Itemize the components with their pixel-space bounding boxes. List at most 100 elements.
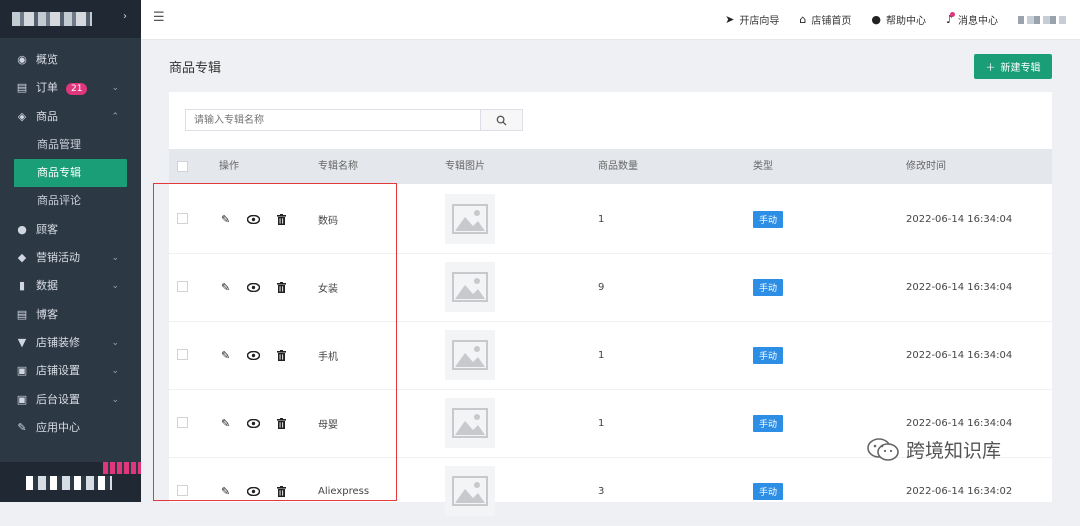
product-count: 1 bbox=[598, 185, 604, 253]
chevron-up-icon: ⌃ bbox=[111, 111, 119, 122]
topbar-label: 消息中心 bbox=[958, 16, 998, 27]
chevron-right-icon[interactable]: › bbox=[123, 11, 127, 22]
topbar-item-home[interactable]: ⌂ 店铺首页 bbox=[799, 12, 851, 27]
chevron-down-icon: ⌄ bbox=[111, 83, 119, 94]
delete-icon[interactable] bbox=[277, 349, 287, 361]
album-image-cell bbox=[445, 389, 495, 457]
image-placeholder-icon[interactable] bbox=[445, 466, 495, 516]
sidebar-item-label: 商品管理 bbox=[37, 137, 81, 151]
sidebar-item[interactable]: ▤ 订单 21 ⌄ bbox=[0, 74, 141, 102]
album-name-text: Aliexpress bbox=[318, 485, 370, 497]
product-count: 9 bbox=[598, 253, 604, 321]
album-name: Aliexpress bbox=[318, 457, 369, 525]
sidebar-item-label: 数据 bbox=[36, 279, 58, 293]
box-icon: ◈ bbox=[17, 109, 27, 123]
chevron-down-icon: ⌄ bbox=[111, 281, 119, 292]
chevron-down-icon: ⌄ bbox=[111, 394, 119, 405]
sidebar: › ◉ 概览 ▤ 订单 21 ⌄ ◈ 商品 ⌃ 商品管理 商品专辑 商品评论 ● 顾客 ◆ 营销活动 ⌄ ▮ 数据 ⌄… bbox=[0, 0, 141, 502]
view-icon[interactable] bbox=[247, 486, 261, 496]
document-icon: ▤ bbox=[16, 307, 28, 321]
sidebar-item[interactable]: ▣ 店铺设置 ⌄ bbox=[0, 357, 141, 385]
sidebar-item[interactable]: ◉ 概览 bbox=[0, 46, 141, 74]
product-count-text: 3 bbox=[598, 485, 605, 497]
tag-icon: ◆ bbox=[17, 251, 27, 265]
new-album-button[interactable]: ＋ 新建专辑 bbox=[974, 54, 1052, 79]
sidebar-item-label: 营销活动 bbox=[36, 251, 80, 265]
brand-logo[interactable]: › bbox=[0, 0, 141, 38]
edit-icon[interactable]: ✎ bbox=[221, 417, 230, 430]
sidebar-item[interactable]: ● 顾客 bbox=[0, 216, 141, 244]
album-name-text: 女装 bbox=[318, 283, 338, 295]
row-checkbox[interactable] bbox=[177, 485, 188, 496]
send-icon: ➤ bbox=[725, 13, 735, 26]
sidebar-subitem[interactable]: 商品管理 bbox=[0, 131, 141, 159]
view-icon[interactable] bbox=[247, 282, 261, 292]
row-checkbox[interactable] bbox=[177, 349, 188, 360]
sidebar-item[interactable]: ▤ 博客 bbox=[0, 301, 141, 329]
sidebar-item[interactable]: ▮ 数据 ⌄ bbox=[0, 272, 141, 300]
product-count-text: 1 bbox=[598, 213, 605, 225]
topbar-label: 开店向导 bbox=[739, 16, 780, 27]
album-image-cell bbox=[445, 253, 495, 321]
edit-icon[interactable]: ✎ bbox=[221, 349, 230, 362]
edit-icon[interactable]: ✎ bbox=[221, 213, 230, 226]
sidebar-item[interactable]: ▼ 店铺装修 ⌄ bbox=[0, 329, 141, 357]
topbar-item-guide[interactable]: ➤ 开店向导 bbox=[725, 12, 779, 27]
row-checkbox[interactable] bbox=[177, 213, 188, 224]
type-tag: 手动 bbox=[753, 414, 784, 432]
album-name-text: 母婴 bbox=[318, 419, 338, 431]
product-count-text: 1 bbox=[598, 417, 605, 429]
modified-time: 2022-06-14 16:34:04 bbox=[906, 253, 1012, 321]
album-image-cell bbox=[445, 457, 495, 525]
row-actions: ✎ bbox=[221, 185, 287, 253]
sidebar-item[interactable]: ✎ 应用中心 bbox=[0, 414, 141, 442]
table-header: 操作 专辑名称 专辑图片 商品数量 类型 修改时间 bbox=[169, 149, 1052, 184]
footer-blurred bbox=[26, 476, 112, 490]
topbar-item-help[interactable]: ● 帮助中心 bbox=[871, 12, 926, 27]
view-icon[interactable] bbox=[247, 418, 261, 428]
type-cell: 手动 bbox=[753, 457, 784, 525]
topbar-label: 店铺首页 bbox=[811, 16, 852, 27]
chevron-down-icon: ⌄ bbox=[111, 253, 119, 264]
header-actions: 操作 bbox=[219, 161, 239, 172]
view-icon[interactable] bbox=[247, 214, 261, 224]
topbar-item-messages[interactable]: ♪ 消息中心 bbox=[946, 12, 998, 27]
sidebar-menu: ◉ 概览 ▤ 订单 21 ⌄ ◈ 商品 ⌃ 商品管理 商品专辑 商品评论 ● 顾客 ◆ 营销活动 ⌄ ▮ 数据 ⌄ ▤ 博… bbox=[0, 38, 141, 442]
image-placeholder-icon[interactable] bbox=[445, 194, 495, 244]
product-count: 1 bbox=[598, 321, 604, 389]
sidebar-item-label: 订单 bbox=[36, 81, 58, 95]
delete-icon[interactable] bbox=[277, 213, 287, 225]
edit-icon[interactable]: ✎ bbox=[221, 485, 230, 498]
modified-time: 2022-06-14 16:34:04 bbox=[906, 185, 1012, 253]
sidebar-item[interactable]: ◆ 营销活动 ⌄ bbox=[0, 244, 141, 272]
sidebar-item-label: 顾客 bbox=[36, 222, 58, 236]
topbar: ☰ ➤ 开店向导 ⌂ 店铺首页 ● 帮助中心 ♪ 消息中心 bbox=[141, 0, 1080, 40]
product-count-text: 1 bbox=[598, 349, 605, 361]
album-image-cell bbox=[445, 321, 495, 389]
delete-icon[interactable] bbox=[277, 417, 287, 429]
row-checkbox[interactable] bbox=[177, 281, 188, 292]
menu-toggle-icon[interactable]: ☰ bbox=[153, 10, 165, 25]
store-name-blurred bbox=[12, 12, 92, 26]
edit-icon[interactable]: ✎ bbox=[221, 281, 230, 294]
row-checkbox[interactable] bbox=[177, 417, 188, 428]
sidebar-item-label: 商品专辑 bbox=[37, 166, 81, 180]
image-placeholder-icon[interactable] bbox=[445, 262, 495, 312]
delete-icon[interactable] bbox=[277, 485, 287, 497]
select-all-checkbox[interactable] bbox=[177, 161, 188, 172]
row-actions: ✎ bbox=[221, 457, 287, 525]
sidebar-item[interactable]: ◈ 商品 ⌃ bbox=[0, 103, 141, 131]
image-placeholder-icon[interactable] bbox=[445, 398, 495, 448]
sidebar-subitem[interactable]: 商品评论 bbox=[0, 187, 141, 215]
image-placeholder-icon[interactable] bbox=[445, 330, 495, 380]
view-icon[interactable] bbox=[247, 350, 261, 360]
album-name: 女装 bbox=[318, 253, 338, 321]
sidebar-item[interactable]: ▣ 后台设置 ⌄ bbox=[0, 386, 141, 414]
sidebar-subitem[interactable]: 商品专辑 bbox=[14, 159, 127, 188]
user-menu[interactable] bbox=[1018, 15, 1066, 24]
sidebar-item-label: 博客 bbox=[36, 307, 58, 321]
album-search-input[interactable] bbox=[185, 109, 481, 131]
delete-icon[interactable] bbox=[277, 281, 287, 293]
search-button[interactable] bbox=[481, 109, 523, 131]
bell-icon: ♪ bbox=[945, 12, 955, 26]
